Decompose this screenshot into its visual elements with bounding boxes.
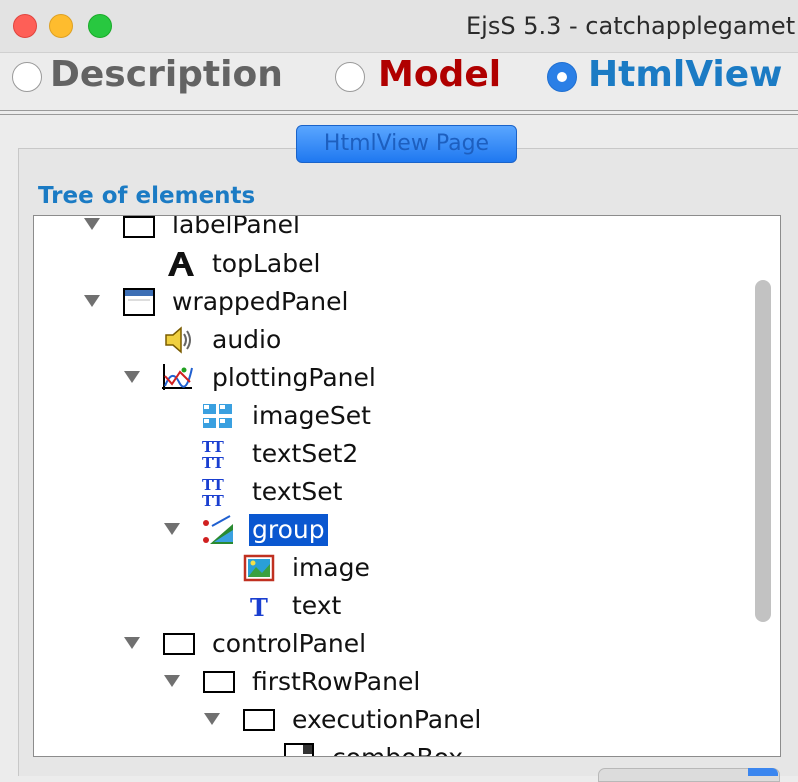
plotting-panel-icon	[162, 364, 193, 390]
tree-item-label: text	[292, 591, 342, 620]
element-tree[interactable]: labelPanel topLabel wrappedPanel audio p…	[33, 215, 781, 757]
image-icon	[243, 554, 275, 582]
tree-row-controlPanel[interactable]: controlPanel	[34, 626, 774, 662]
wrapped-panel-icon	[123, 288, 155, 316]
htmlview-page-button[interactable]: HtmlView Page	[296, 125, 517, 163]
text-icon: T	[250, 593, 268, 622]
text-set-icon: TT TT	[202, 438, 225, 470]
tree-row-firstRowPanel[interactable]: firstRowPanel	[34, 664, 774, 700]
panel-icon	[243, 709, 275, 731]
minimize-window-button[interactable]	[49, 14, 73, 38]
tree-item-label: textSet2	[252, 439, 359, 468]
svg-text:TT: TT	[202, 454, 225, 470]
bottom-control-arrow[interactable]	[748, 768, 778, 776]
tree-item-label: imageSet	[252, 401, 371, 430]
panel-icon	[163, 633, 195, 655]
expand-toggle-icon[interactable]	[124, 371, 140, 383]
tree-row-audio[interactable]: audio	[34, 322, 774, 358]
text-set-icon: TT TT	[202, 476, 225, 508]
tab-model-label[interactable]: Model	[378, 54, 501, 95]
tree-row-textSet2[interactable]: TT TT textSet2	[34, 436, 774, 472]
tree-row-wrappedPanel[interactable]: wrappedPanel	[34, 284, 774, 320]
tree-row-imageSet[interactable]: imageSet	[34, 398, 774, 434]
tree-row-labelPanel[interactable]: labelPanel	[34, 215, 774, 245]
window-title: EjsS 5.3 - catchapplegamet	[466, 12, 796, 40]
tab-htmlview-radio[interactable]	[547, 62, 577, 92]
tree-row-textSet[interactable]: TT TT textSet	[34, 474, 774, 510]
tree-item-label: firstRowPanel	[252, 667, 421, 696]
tree-row-plottingPanel[interactable]: plottingPanel	[34, 360, 774, 396]
group-icon	[203, 515, 233, 544]
zoom-window-button[interactable]	[88, 14, 112, 38]
expand-toggle-icon[interactable]	[124, 637, 140, 649]
tab-description-radio[interactable]	[12, 62, 42, 92]
divider	[0, 110, 798, 111]
panel-icon	[123, 216, 155, 238]
tree-item-label: labelPanel	[172, 215, 300, 239]
expand-toggle-icon[interactable]	[164, 523, 180, 535]
audio-icon	[165, 326, 191, 354]
close-window-button[interactable]	[13, 14, 37, 38]
expand-toggle-icon[interactable]	[84, 218, 100, 230]
tree-scrollbar-thumb[interactable]	[755, 280, 771, 622]
panel-icon	[203, 671, 235, 693]
tree-row-executionPanel[interactable]: executionPanel	[34, 702, 774, 738]
tree-item-label: wrappedPanel	[172, 287, 349, 316]
tree-item-label: controlPanel	[212, 629, 367, 658]
tree-row-group[interactable]: group	[34, 512, 774, 548]
tab-htmlview-label[interactable]: HtmlView	[588, 54, 782, 95]
tree-row-text[interactable]: T text	[34, 588, 774, 624]
expand-toggle-icon[interactable]	[204, 713, 220, 725]
expand-toggle-icon[interactable]	[164, 675, 180, 687]
combobox-icon	[284, 743, 314, 756]
tree-item-label-selected: group	[249, 514, 328, 546]
tree-item-label: textSet	[252, 477, 343, 506]
tree-item-label: topLabel	[212, 249, 321, 278]
svg-text:T: T	[250, 593, 268, 622]
svg-text:TT: TT	[202, 492, 225, 508]
tab-description-label[interactable]: Description	[50, 54, 283, 95]
label-icon	[168, 252, 194, 276]
tree-item-label: executionPanel	[292, 705, 482, 734]
tree-row-comboBox[interactable]: comboBox	[34, 740, 774, 756]
tree-item-label: image	[292, 553, 370, 582]
tree-heading: Tree of elements	[38, 183, 256, 209]
title-bar: EjsS 5.3 - catchapplegamet	[0, 0, 798, 53]
tree-row-image[interactable]: image	[34, 550, 774, 586]
tree-item-label: audio	[212, 325, 282, 354]
tab-model-radio[interactable]	[335, 62, 365, 92]
tree-item-label: comboBox	[332, 742, 463, 756]
divider	[0, 114, 798, 115]
tree-item-label: plottingPanel	[212, 363, 376, 392]
expand-toggle-icon[interactable]	[84, 295, 100, 307]
tree-row-topLabel[interactable]: topLabel	[34, 246, 774, 282]
image-set-icon	[203, 404, 232, 428]
